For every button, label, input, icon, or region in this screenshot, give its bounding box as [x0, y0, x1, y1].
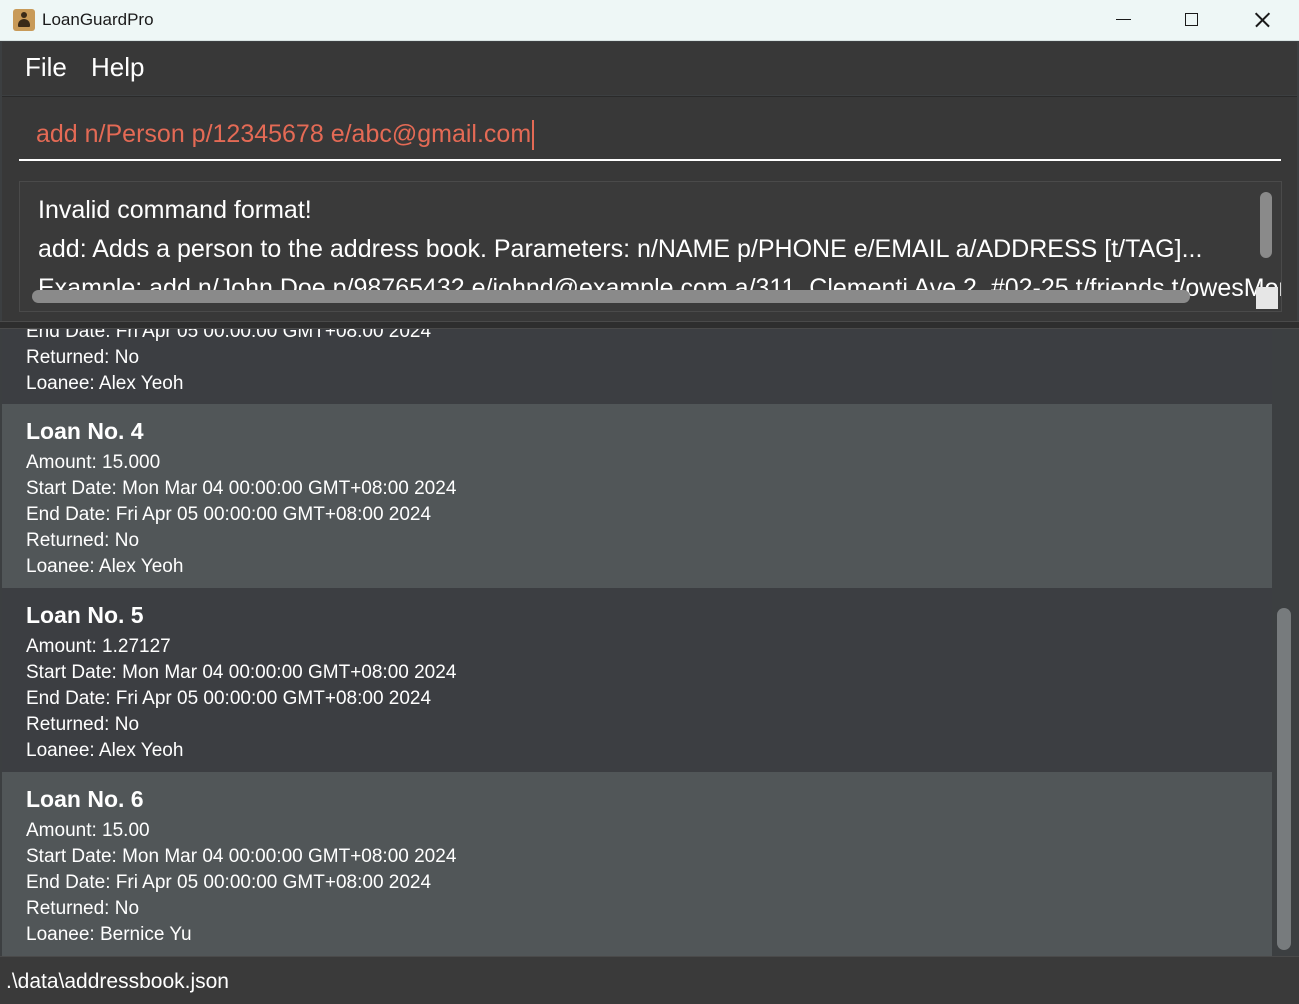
- loan-card[interactable]: Loan No. 6 Amount: 15.00 Start Date: Mon…: [2, 772, 1272, 956]
- loan-loanee: Loanee: Alex Yeoh: [26, 556, 184, 577]
- loan-title: Loan No. 5: [26, 602, 144, 628]
- loan-title: Loan No. 4: [26, 418, 144, 444]
- result-text-area[interactable]: Invalid command format! add: Adds a pers…: [19, 181, 1282, 312]
- menu-bar: File Help: [2, 42, 1297, 95]
- loan-returned: Returned: No: [26, 898, 140, 919]
- menu-help[interactable]: Help: [91, 52, 144, 83]
- loan-amount: Amount: 1.27127: [26, 636, 171, 657]
- result-display: Invalid command format! add: Adds a pers…: [2, 172, 1297, 321]
- loan-start-date: Start Date: Mon Mar 04 00:00:00 GMT+08:0…: [26, 662, 457, 683]
- loan-start-date: Start Date: Mon Mar 04 00:00:00 GMT+08:0…: [26, 478, 457, 499]
- text-caret: [532, 120, 535, 151]
- loan-list-scrollbar[interactable]: [1277, 608, 1291, 950]
- panel-divider[interactable]: [0, 321, 1299, 329]
- loan-returned: Returned: No: [26, 347, 140, 368]
- scroll-corner: [1256, 287, 1278, 309]
- loan-loanee: Loanee: Alex Yeoh: [26, 740, 184, 761]
- command-input[interactable]: add n/Person p/12345678 e/abc@gmail.com: [19, 109, 1281, 161]
- loan-start-date: Start Date: Mon Mar 04 00:00:00 GMT+08:0…: [26, 846, 457, 867]
- loan-loanee: Loanee: Bernice Yu: [26, 924, 192, 945]
- loan-card-partial[interactable]: End Date: Fri Apr 05 00:00:00 GMT+08:00 …: [2, 329, 1272, 404]
- loan-returned: Returned: No: [26, 530, 140, 551]
- result-vertical-scrollbar[interactable]: [1260, 192, 1272, 258]
- loan-amount: Amount: 15.00: [26, 820, 150, 841]
- title-bar: LoanGuardPro: [0, 0, 1299, 41]
- loan-end-date: End Date: Fri Apr 05 00:00:00 GMT+08:00 …: [26, 872, 432, 893]
- status-bar: .\data\addressbook.json: [0, 956, 1299, 1004]
- minimize-icon[interactable]: [1088, 0, 1158, 40]
- loan-end-date: End Date: Fri Apr 05 00:00:00 GMT+08:00 …: [26, 504, 432, 525]
- loan-end-date: End Date: Fri Apr 05 00:00:00 GMT+08:00 …: [26, 329, 432, 342]
- loan-end-date: End Date: Fri Apr 05 00:00:00 GMT+08:00 …: [26, 688, 432, 709]
- loan-returned: Returned: No: [26, 714, 140, 735]
- result-message: Invalid command format!: [38, 196, 312, 224]
- command-text: add n/Person p/12345678 e/abc@gmail.com: [36, 120, 532, 148]
- result-usage: add: Adds a person to the address book. …: [38, 235, 1203, 263]
- save-location-path: .\data\addressbook.json: [6, 970, 229, 993]
- loan-card[interactable]: Loan No. 4 Amount: 15.000 Start Date: Mo…: [2, 404, 1272, 588]
- menu-file[interactable]: File: [25, 52, 67, 83]
- window-title: LoanGuardPro: [42, 10, 154, 29]
- loan-list[interactable]: End Date: Fri Apr 05 00:00:00 GMT+08:00 …: [2, 329, 1297, 956]
- command-box: add n/Person p/12345678 e/abc@gmail.com: [2, 96, 1297, 173]
- close-icon[interactable]: [1227, 0, 1297, 40]
- loan-loanee: Loanee: Alex Yeoh: [26, 373, 184, 394]
- app-contact-icon: [13, 9, 35, 31]
- loan-title: Loan No. 6: [26, 786, 144, 812]
- maximize-icon[interactable]: [1156, 0, 1226, 40]
- loan-card[interactable]: Loan No. 5 Amount: 1.27127 Start Date: M…: [2, 588, 1272, 772]
- loan-amount: Amount: 15.000: [26, 452, 161, 473]
- result-horizontal-scrollbar[interactable]: [32, 290, 1190, 303]
